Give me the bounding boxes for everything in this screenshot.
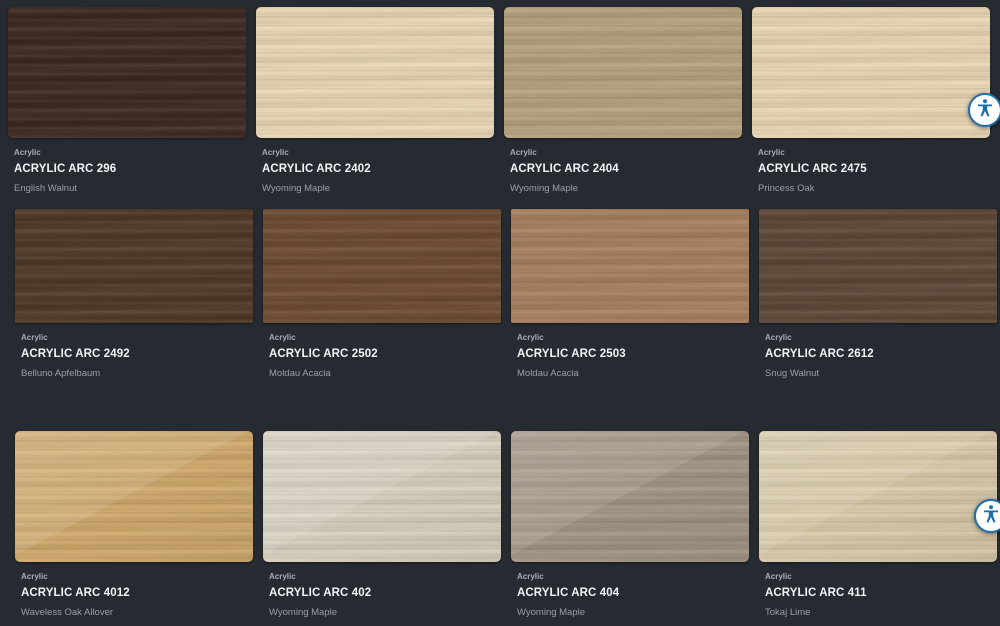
product-decor-name: Snug Walnut xyxy=(765,368,820,379)
product-code[interactable]: ACRYLIC ARC 404 xyxy=(511,587,749,599)
product-card[interactable]: Acrylic ACRYLIC ARC 2492 Belluno Apfelba… xyxy=(15,209,253,379)
product-category: Acrylic xyxy=(21,333,48,342)
product-swatch[interactable] xyxy=(15,431,253,562)
product-card[interactable]: Acrylic ACRYLIC ARC 296 English Walnut xyxy=(8,7,246,194)
product-swatch[interactable] xyxy=(752,7,990,138)
accessibility-button[interactable] xyxy=(968,93,1000,127)
product-code[interactable]: ACRYLIC ARC 2612 xyxy=(759,348,997,360)
product-category: Acrylic xyxy=(14,148,41,157)
accessibility-icon xyxy=(981,504,1000,529)
product-category: Acrylic xyxy=(269,572,296,581)
product-swatch[interactable] xyxy=(263,209,501,323)
product-card[interactable]: Acrylic ACRYLIC ARC 2612 Snug Walnut xyxy=(759,209,997,379)
product-decor-name: Moldau Acacia xyxy=(517,368,579,379)
product-code[interactable]: ACRYLIC ARC 2492 xyxy=(15,348,253,360)
product-swatch[interactable] xyxy=(15,209,253,323)
product-decor-name: Princess Oak xyxy=(758,183,815,194)
accessibility-icon xyxy=(975,98,995,123)
product-decor-name: Belluno Apfelbaum xyxy=(21,368,101,379)
product-swatch[interactable] xyxy=(263,431,501,562)
product-card[interactable]: Acrylic ACRYLIC ARC 2404 Wyoming Maple xyxy=(504,7,742,194)
product-decor-name: Wyoming Maple xyxy=(262,183,331,194)
product-card[interactable]: Acrylic ACRYLIC ARC 4012 Waveless Oak Al… xyxy=(15,431,253,618)
product-swatch[interactable] xyxy=(504,7,742,138)
product-category: Acrylic xyxy=(765,572,792,581)
product-category: Acrylic xyxy=(758,148,785,157)
product-code[interactable]: ACRYLIC ARC 2475 xyxy=(752,163,990,175)
product-card[interactable]: Acrylic ACRYLIC ARC 2402 Wyoming Maple xyxy=(256,7,494,194)
product-card[interactable]: Acrylic ACRYLIC ARC 402 Wyoming Maple xyxy=(263,431,501,618)
product-swatch[interactable] xyxy=(759,209,997,323)
product-category: Acrylic xyxy=(269,333,296,342)
product-category: Acrylic xyxy=(517,333,544,342)
product-code[interactable]: ACRYLIC ARC 411 xyxy=(759,587,997,599)
product-decor-name: Tokaj Lime xyxy=(765,607,811,618)
product-card[interactable]: Acrylic ACRYLIC ARC 411 Tokaj Lime xyxy=(759,431,997,618)
product-category: Acrylic xyxy=(510,148,537,157)
product-card[interactable]: Acrylic ACRYLIC ARC 404 Wyoming Maple xyxy=(511,431,749,618)
accessibility-button[interactable] xyxy=(974,499,1000,533)
product-card[interactable]: Acrylic ACRYLIC ARC 2503 Moldau Acacia xyxy=(511,209,749,379)
product-swatch[interactable] xyxy=(759,431,997,562)
product-swatch[interactable] xyxy=(511,209,749,323)
product-code[interactable]: ACRYLIC ARC 296 xyxy=(8,163,246,175)
product-card[interactable]: Acrylic ACRYLIC ARC 2502 Moldau Acacia xyxy=(263,209,501,379)
product-decor-name: Wyoming Maple xyxy=(510,183,579,194)
product-card[interactable]: Acrylic ACRYLIC ARC 2475 Princess Oak xyxy=(752,7,990,194)
product-code[interactable]: ACRYLIC ARC 402 xyxy=(263,587,501,599)
product-code[interactable]: ACRYLIC ARC 2402 xyxy=(256,163,494,175)
product-code[interactable]: ACRYLIC ARC 2503 xyxy=(511,348,749,360)
product-swatch[interactable] xyxy=(511,431,749,562)
product-swatch[interactable] xyxy=(8,7,246,138)
product-code[interactable]: ACRYLIC ARC 4012 xyxy=(15,587,253,599)
product-category: Acrylic xyxy=(262,148,289,157)
product-decor-name: Waveless Oak Allover xyxy=(21,607,114,618)
product-category: Acrylic xyxy=(21,572,48,581)
product-grid-page: Acrylic ACRYLIC ARC 296 English Walnut A… xyxy=(0,0,1000,626)
product-decor-name: Wyoming Maple xyxy=(269,607,338,618)
product-decor-name: Moldau Acacia xyxy=(269,368,331,379)
product-code[interactable]: ACRYLIC ARC 2502 xyxy=(263,348,501,360)
product-code[interactable]: ACRYLIC ARC 2404 xyxy=(504,163,742,175)
product-decor-name: English Walnut xyxy=(14,183,78,194)
product-swatch[interactable] xyxy=(256,7,494,138)
product-decor-name: Wyoming Maple xyxy=(517,607,586,618)
product-category: Acrylic xyxy=(517,572,544,581)
product-category: Acrylic xyxy=(765,333,792,342)
